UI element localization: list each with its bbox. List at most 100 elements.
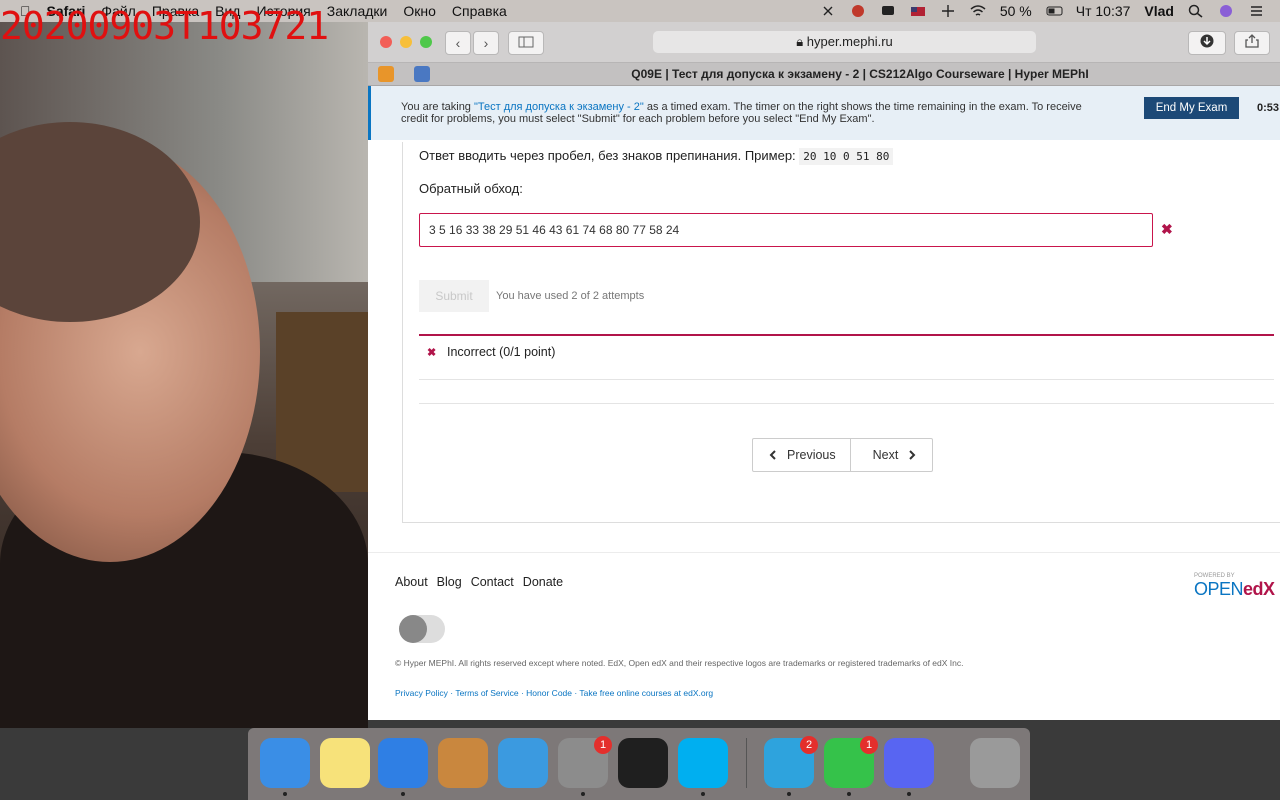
end-my-exam-button[interactable]: End My Exam — [1144, 97, 1239, 119]
bluetooth-off-icon[interactable] — [820, 4, 836, 18]
tab-bar: Q09E | Тест для допуска к экзамену - 2 |… — [368, 63, 1280, 86]
answer-instruction: Ответ вводить через пробел, без знаков п… — [419, 148, 894, 165]
terms-of-service-link[interactable]: Terms of Service — [455, 688, 518, 698]
dock-discord-icon[interactable] — [884, 738, 934, 796]
menu-clock[interactable]: Чт 10:37 — [1076, 3, 1131, 19]
browser-toolbar: ‹ › 🔒︎ hyper.mephi.ru — [368, 22, 1280, 63]
attempts-info: You have used 2 of 2 attempts — [496, 290, 645, 302]
openedx-wordmark: OPENedX — [1194, 579, 1275, 599]
fullscreen-window-button[interactable] — [420, 36, 432, 48]
download-icon — [1200, 34, 1214, 48]
legal-links: Privacy Policy · Terms of Service · Hono… — [395, 688, 714, 698]
sidebar-toggle-button[interactable] — [508, 31, 544, 55]
menu-item-bookmarks[interactable]: Закладки — [327, 3, 388, 19]
dock-trash-icon[interactable] — [970, 738, 1020, 788]
answer-input[interactable]: 3 5 16 33 38 29 51 46 43 61 74 68 80 77 … — [419, 213, 1153, 247]
pinned-tab-messages-favicon[interactable] — [414, 66, 430, 82]
exam-timer: 0:53: — [1257, 102, 1280, 114]
menu-user[interactable]: Vlad — [1144, 3, 1174, 19]
spotlight-search-icon[interactable] — [1188, 4, 1204, 18]
result-notification: ✖ Incorrect (0/1 point) — [419, 334, 1274, 380]
dock-system-preferences-icon[interactable]: 1 — [558, 736, 612, 796]
dock-badge: 1 — [860, 736, 878, 754]
sequence-navigation: Previous Next — [752, 438, 934, 472]
incorrect-notification-icon: ✖ — [427, 347, 437, 359]
dock-running-indicator — [401, 792, 405, 796]
dock-running-indicator — [581, 792, 585, 796]
lock-icon: 🔒︎ — [796, 34, 804, 49]
instruction-text: Ответ вводить через пробел, без знаков п… — [419, 148, 796, 163]
back-button[interactable]: ‹ — [445, 31, 471, 55]
siri-icon[interactable] — [1218, 4, 1234, 18]
next-label: Next — [872, 448, 899, 462]
dock-running-indicator — [847, 792, 851, 796]
input-flag-icon[interactable] — [910, 4, 926, 18]
dock-xcode-icon[interactable] — [498, 738, 548, 788]
chevron-left-icon — [769, 450, 776, 460]
dock-finder-icon[interactable] — [260, 738, 310, 796]
notification-center-icon[interactable] — [1248, 4, 1264, 18]
copyright-text: © Hyper MEPhI. All rights reserved excep… — [395, 658, 964, 668]
submit-button[interactable]: Submit — [419, 280, 489, 312]
incorrect-status-icon: ✖ — [1161, 221, 1173, 237]
dock-running-indicator — [907, 792, 911, 796]
dock-running-indicator — [283, 792, 287, 796]
next-button[interactable]: Next — [849, 439, 933, 471]
dock-garageband-icon[interactable] — [438, 738, 488, 788]
pinned-tab-favicon[interactable] — [378, 66, 394, 82]
dock-telegram-icon[interactable]: 2 — [764, 736, 818, 796]
exam-banner-text: You are taking "Тест для допуска к экзам… — [401, 101, 1111, 125]
timed-exam-banner: You are taking "Тест для допуска к экзам… — [368, 86, 1280, 140]
toggle-knob — [399, 615, 427, 643]
previous-label: Previous — [787, 448, 836, 462]
powered-by-openedx-logo[interactable]: POWERED BY OPENedX — [1194, 573, 1275, 600]
honor-code-link[interactable]: Honor Code — [526, 688, 572, 698]
minimize-window-button[interactable] — [400, 36, 412, 48]
wifi-icon[interactable] — [970, 4, 986, 18]
previous-button[interactable]: Previous — [753, 439, 850, 471]
share-button[interactable] — [1234, 31, 1270, 55]
dock-divider — [746, 738, 747, 788]
theme-toggle[interactable] — [399, 615, 445, 643]
battery-percent[interactable]: 50 % — [1000, 3, 1032, 19]
notification-icon[interactable] — [850, 4, 866, 18]
dock-facetime-icon[interactable]: 1 — [824, 736, 878, 796]
privacy-policy-link[interactable]: Privacy Policy — [395, 688, 448, 698]
messages-icon[interactable] — [880, 4, 896, 18]
battery-icon[interactable] — [1046, 4, 1063, 18]
exam-banner-text-before: You are taking — [401, 101, 474, 113]
address-bar[interactable]: 🔒︎ hyper.mephi.ru — [653, 31, 1036, 53]
dock-notes-icon[interactable] — [320, 738, 370, 788]
result-text: Incorrect (0/1 point) — [447, 345, 556, 359]
footer-link-donate[interactable]: Donate — [523, 575, 563, 589]
menu-item-window[interactable]: Окно — [403, 3, 436, 19]
forward-button[interactable]: › — [473, 31, 499, 55]
page-footer: About Blog Contact Donate © Hyper MEPhI.… — [368, 552, 1280, 720]
active-tab-title[interactable]: Q09E | Тест для допуска к экзамену - 2 |… — [440, 63, 1280, 85]
dock-badge: 2 — [800, 736, 818, 754]
dock-running-indicator — [701, 792, 705, 796]
footer-link-about[interactable]: About — [395, 575, 428, 589]
close-window-button[interactable] — [380, 36, 392, 48]
dock: 1 2 1 — [248, 728, 1030, 800]
answer-label: Обратный обход: — [419, 181, 523, 196]
divider — [419, 403, 1274, 404]
downloads-button[interactable] — [1188, 31, 1226, 55]
dock-running-indicator — [787, 792, 791, 796]
dock-badge: 1 — [594, 736, 612, 754]
chevron-right-icon — [909, 450, 916, 460]
edx-courses-link[interactable]: Take free online courses at edX.org — [579, 688, 713, 698]
share-icon — [1245, 34, 1259, 48]
footer-link-blog[interactable]: Blog — [437, 575, 462, 589]
sidebar-icon — [518, 36, 534, 48]
exam-name-link[interactable]: "Тест для допуска к экзамену - 2" — [474, 101, 644, 113]
dock-pycharm-icon[interactable] — [618, 738, 668, 788]
problem-content: Ответ вводить через пробел, без знаков п… — [402, 142, 1280, 523]
dock-skype-icon[interactable] — [678, 738, 728, 796]
network-icon[interactable] — [940, 4, 956, 18]
menu-item-help[interactable]: Справка — [452, 3, 507, 19]
footer-link-contact[interactable]: Contact — [471, 575, 514, 589]
example-answer: 20 10 0 51 80 — [799, 148, 894, 165]
address-url: hyper.mephi.ru — [806, 34, 893, 49]
dock-safari-icon[interactable] — [378, 738, 428, 796]
